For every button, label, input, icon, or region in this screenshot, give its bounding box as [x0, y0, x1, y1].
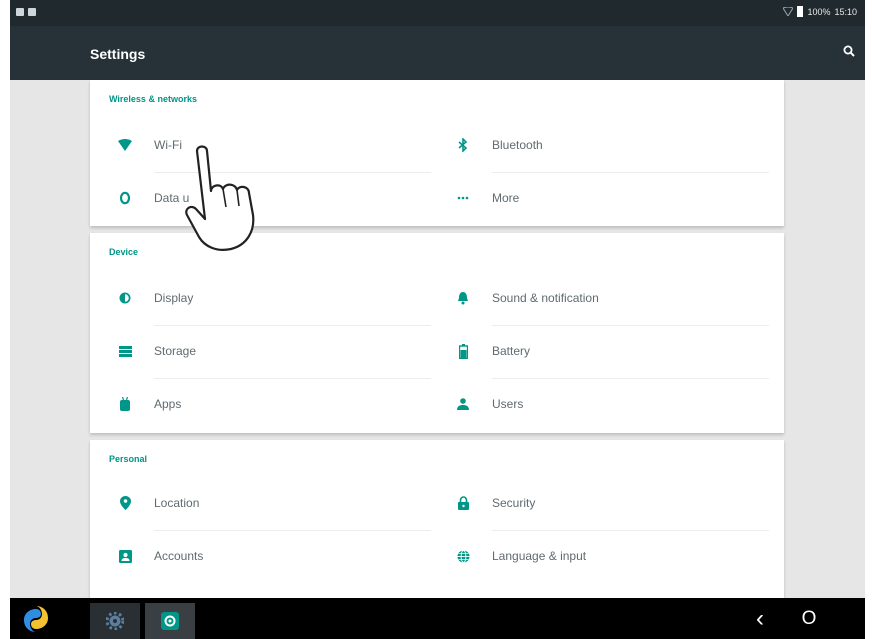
- setting-apps[interactable]: Apps: [109, 379, 431, 432]
- setting-label: Language & input: [492, 549, 587, 563]
- setting-label: Apps: [154, 397, 182, 411]
- data-usage-icon: [117, 190, 133, 206]
- section-device: Device Display Sound & notification Stor…: [90, 233, 784, 433]
- back-icon: ‹: [756, 605, 764, 632]
- setting-data-usage[interactable]: Data u: [109, 173, 431, 226]
- screenshot-notification-icon: [28, 8, 36, 16]
- clock: 15:10: [834, 6, 857, 17]
- setting-label: Battery: [492, 344, 531, 358]
- page-title: Settings: [90, 46, 146, 62]
- setting-language-input[interactable]: Language & input: [447, 531, 769, 584]
- home-icon: O: [801, 608, 817, 629]
- setting-label: Data u: [154, 191, 190, 205]
- setting-location[interactable]: Location: [109, 478, 431, 531]
- wifi-icon: [117, 137, 133, 153]
- bell-icon: [455, 290, 471, 306]
- battery-status-icon: [797, 6, 804, 17]
- back-button[interactable]: ‹: [748, 605, 772, 632]
- setting-storage[interactable]: Storage: [109, 326, 431, 379]
- setting-bluetooth[interactable]: Bluetooth: [447, 120, 769, 173]
- settings-app-icon: [161, 612, 179, 630]
- home-button[interactable]: O: [796, 606, 822, 632]
- navigation-bar: ‹ O: [10, 598, 865, 639]
- setting-wifi[interactable]: Wi-Fi: [109, 120, 431, 173]
- globe-icon: [455, 548, 471, 564]
- apps-icon: [117, 396, 133, 412]
- setting-label: More: [492, 191, 520, 205]
- setting-label: Storage: [154, 344, 197, 358]
- bluetooth-icon: [455, 137, 471, 153]
- setting-label: Display: [154, 291, 194, 305]
- setting-label: Location: [154, 496, 200, 510]
- wifi-status-icon: [783, 7, 794, 16]
- app-bar: Settings: [10, 26, 865, 80]
- section-title: Device: [109, 247, 139, 257]
- section-personal: Personal Location Security Accounts Lang…: [90, 440, 784, 598]
- lock-icon: [455, 495, 471, 511]
- gear-app-icon: [106, 612, 124, 630]
- setting-sound-notification[interactable]: Sound & notification: [447, 273, 769, 326]
- search-icon: [843, 45, 855, 57]
- display-icon: [117, 290, 133, 306]
- section-wireless-networks: Wireless & networks Wi-Fi Bluetooth Data…: [90, 80, 784, 226]
- user-icon: [455, 396, 471, 412]
- notification-icons: [16, 8, 36, 16]
- setting-users[interactable]: Users: [447, 379, 769, 432]
- recent-app-gear[interactable]: [90, 603, 140, 639]
- settings-list: Wireless & networks Wi-Fi Bluetooth Data…: [10, 80, 865, 598]
- notification-icon: [16, 8, 24, 16]
- setting-label: Wi-Fi: [154, 138, 182, 152]
- location-pin-icon: [117, 495, 133, 511]
- search-button[interactable]: [843, 44, 855, 62]
- setting-more[interactable]: More: [447, 173, 769, 226]
- launcher-button[interactable]: [22, 605, 50, 633]
- battery-percent: 100%: [807, 6, 831, 17]
- setting-label: Sound & notification: [492, 291, 599, 305]
- launcher-logo-icon: [24, 606, 48, 632]
- setting-label: Bluetooth: [492, 138, 543, 152]
- section-title: Personal: [109, 454, 148, 464]
- accounts-icon: [117, 548, 133, 564]
- setting-label: Users: [492, 397, 524, 411]
- recent-app-settings[interactable]: [145, 603, 195, 639]
- more-icon: [455, 190, 471, 206]
- battery-icon: [455, 343, 471, 359]
- device-screen: 100% 15:10 Settings Wireless & networks …: [10, 0, 865, 639]
- setting-battery[interactable]: Battery: [447, 326, 769, 379]
- setting-label: Accounts: [154, 549, 204, 563]
- setting-accounts[interactable]: Accounts: [109, 531, 431, 584]
- status-indicators: 100% 15:10: [783, 6, 857, 17]
- storage-icon: [117, 343, 133, 359]
- section-title: Wireless & networks: [109, 94, 197, 104]
- setting-display[interactable]: Display: [109, 273, 431, 326]
- setting-label: Security: [492, 496, 536, 510]
- status-bar: 100% 15:10: [10, 0, 865, 26]
- setting-security[interactable]: Security: [447, 478, 769, 531]
